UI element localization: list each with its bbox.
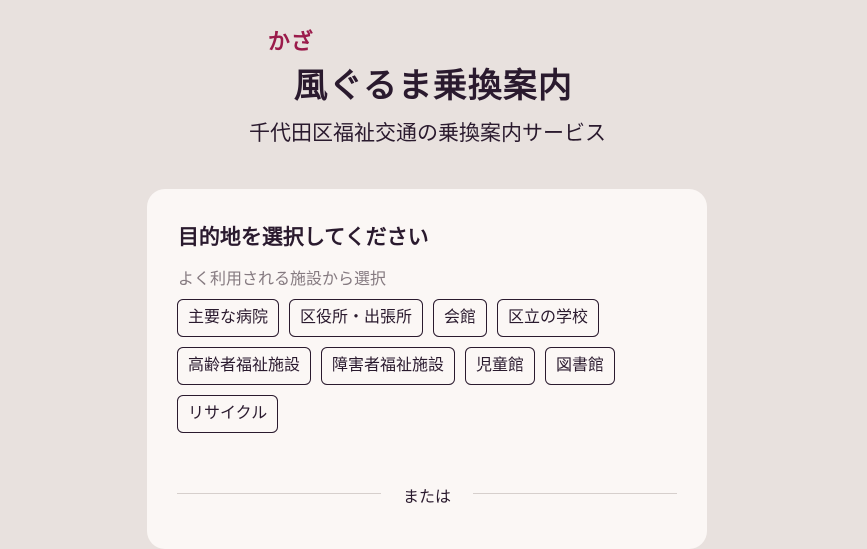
card-hint: よく利用される施設から選択 (178, 269, 387, 288)
chip-elderly-welfare[interactable]: 高齢者福祉施設 (177, 347, 312, 385)
facility-chip-list: 主要な病院 区役所・出張所 会館 区立の学校 高齢者福祉施設 障害者福祉施設 児… (177, 299, 677, 433)
chip-ward-school[interactable]: 区立の学校 (497, 299, 600, 337)
chip-library[interactable]: 図書館 (545, 347, 616, 385)
chip-ward-office[interactable]: 区役所・出張所 (289, 299, 424, 337)
chip-major-hospital[interactable]: 主要な病院 (177, 299, 280, 337)
page-title: 風ぐるま乗換案内 (293, 66, 574, 106)
chip-disability-welfare[interactable]: 障害者福祉施設 (321, 347, 456, 385)
page-header: かざ 風ぐるま乗換案内 千代田区福祉交通の乗換案内サービス (0, 0, 867, 180)
page-subtitle: 千代田区福祉交通の乗換案内サービス (249, 121, 606, 145)
destination-card: 目的地を選択してください よく利用される施設から選択 主要な病院 区役所・出張所… (147, 189, 707, 549)
chip-childrens-hall[interactable]: 児童館 (465, 347, 536, 385)
chip-recycle[interactable]: リサイクル (177, 395, 279, 433)
or-divider: または (177, 483, 677, 506)
divider-line-right (473, 493, 677, 494)
card-title: 目的地を選択してください (178, 225, 429, 249)
title-ruby: かざ (268, 30, 315, 55)
divider-text: または (402, 487, 451, 506)
chip-hall[interactable]: 会館 (433, 299, 488, 337)
